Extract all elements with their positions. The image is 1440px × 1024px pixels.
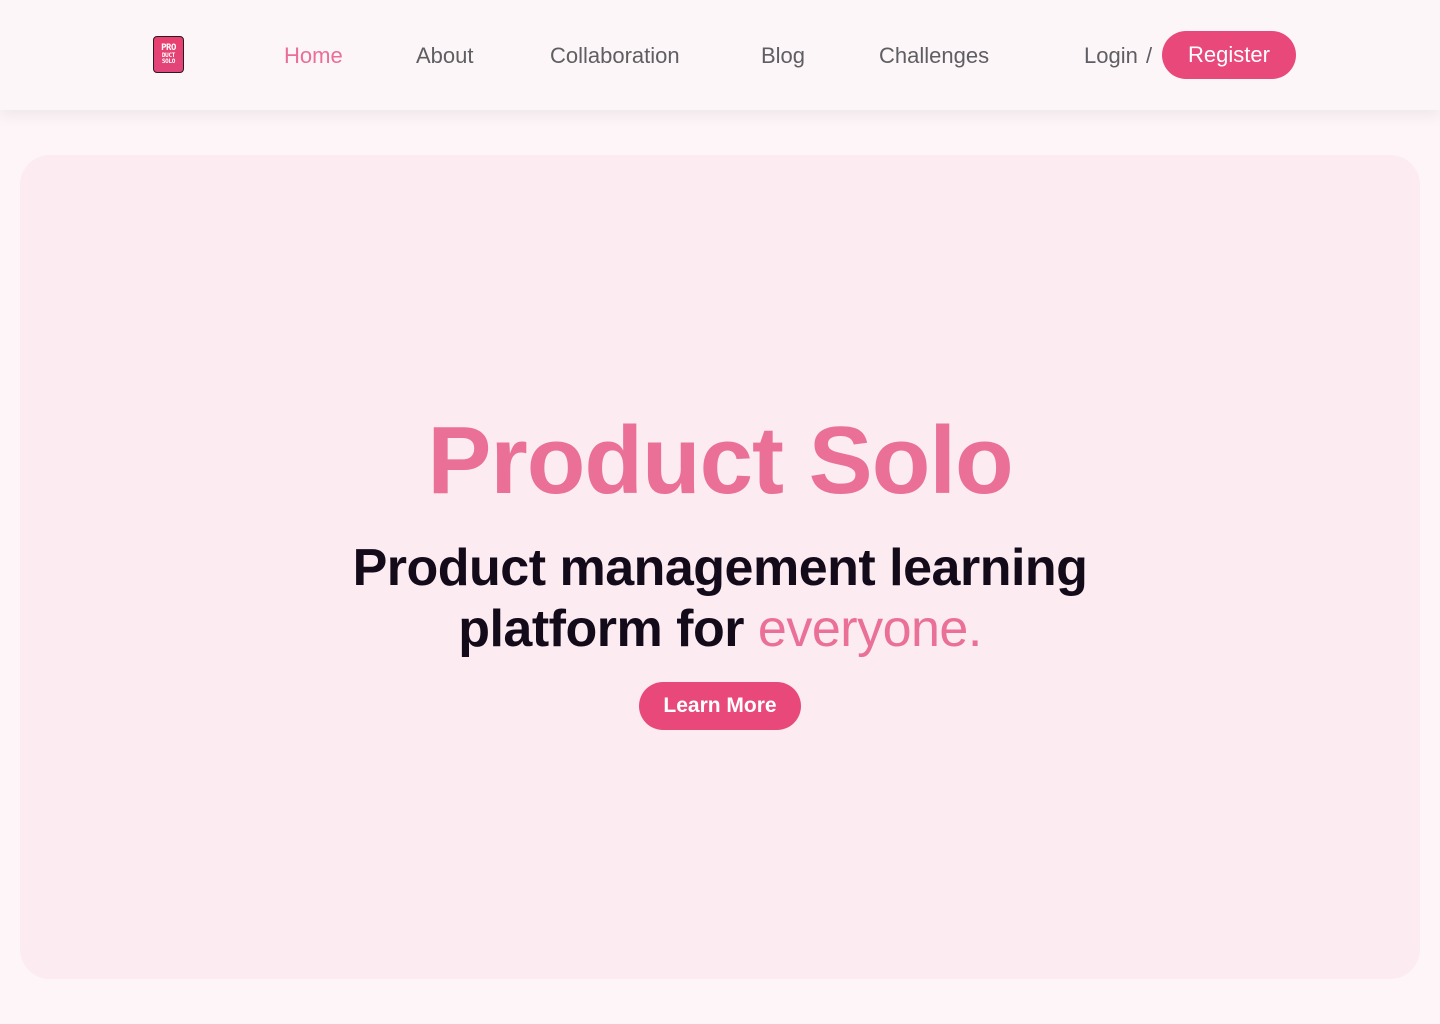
logo-text-line-3: SOLO [161, 58, 176, 65]
hero-title: Product Solo [427, 407, 1013, 514]
register-button[interactable]: Register [1162, 31, 1296, 79]
top-navigation-bar: PRO DUCT SOLO Home About Collaboration B… [0, 0, 1440, 110]
hero-section: Product Solo Product management learning… [20, 155, 1420, 979]
product-solo-logo[interactable]: PRO DUCT SOLO [153, 36, 184, 73]
nav-link-collaboration[interactable]: Collaboration [550, 42, 680, 70]
login-link[interactable]: Login [1084, 42, 1138, 70]
nav-link-about[interactable]: About [416, 42, 474, 70]
nav-link-challenges[interactable]: Challenges [879, 42, 989, 70]
learn-more-button[interactable]: Learn More [639, 682, 801, 730]
hero-subtitle-prefix: platform for [458, 600, 758, 658]
nav-link-home[interactable]: Home [284, 42, 343, 70]
hero-subtitle-line-2: platform for everyone. [20, 599, 1420, 660]
login-register-separator: / [1146, 43, 1153, 68]
hero-subtitle-line-1: Product management learning [352, 539, 1088, 597]
hero-subtitle-accent-word: everyone. [757, 600, 982, 658]
hero-subtitle: Product management learning platform for… [20, 538, 1420, 660]
nav-link-blog[interactable]: Blog [761, 42, 805, 70]
